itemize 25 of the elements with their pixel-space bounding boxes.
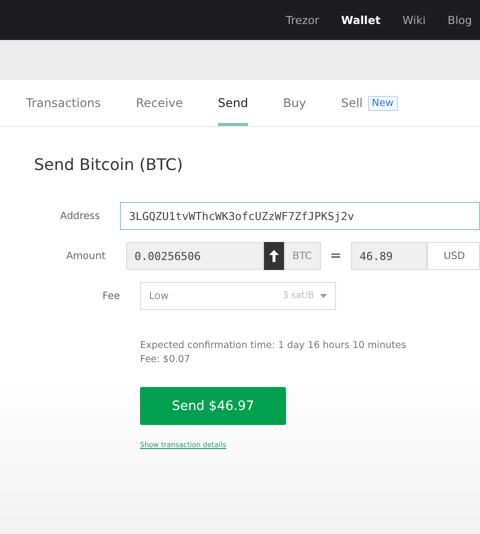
tab[interactable]: Receive xyxy=(136,80,183,126)
fiat-currency-select[interactable]: USD xyxy=(426,242,480,270)
address-label: Address xyxy=(59,210,100,222)
nav-link[interactable]: Wallet xyxy=(341,14,381,26)
page-heading: Send Bitcoin (BTC) xyxy=(34,155,184,174)
address-field[interactable]: 3LGQZU1tvWThcWK3ofcUZzWF7ZfJPKSj2v xyxy=(120,202,480,230)
info-text: Expected confirmation time: 1 day 16 hours 10 minutes xyxy=(140,340,408,351)
tab[interactable]: Sell xyxy=(341,80,363,126)
nav-link[interactable]: Trezor xyxy=(286,14,320,26)
currency-label: BTC xyxy=(284,242,321,270)
amount-field[interactable]: 0.00256506 xyxy=(126,242,264,270)
fiat-amount-field[interactable]: 46.89 xyxy=(350,242,427,270)
nav-link[interactable]: Blog xyxy=(448,14,472,26)
arrow-up-icon xyxy=(268,250,279,262)
info-text: Fee: $0.07 xyxy=(140,354,192,365)
amount-label: Amount xyxy=(65,250,106,262)
fee-select[interactable]: Low 3 sat/B xyxy=(140,282,336,310)
equals-sign: = xyxy=(330,248,342,264)
fee-label: Fee xyxy=(101,290,120,302)
tab[interactable]: Buy xyxy=(283,80,306,126)
caret-icon xyxy=(320,294,327,298)
arrow-up-button[interactable] xyxy=(264,242,284,270)
tab[interactable]: Transactions xyxy=(26,80,101,126)
nav-link[interactable]: Wiki xyxy=(402,14,426,26)
new-badge: New xyxy=(368,96,398,110)
